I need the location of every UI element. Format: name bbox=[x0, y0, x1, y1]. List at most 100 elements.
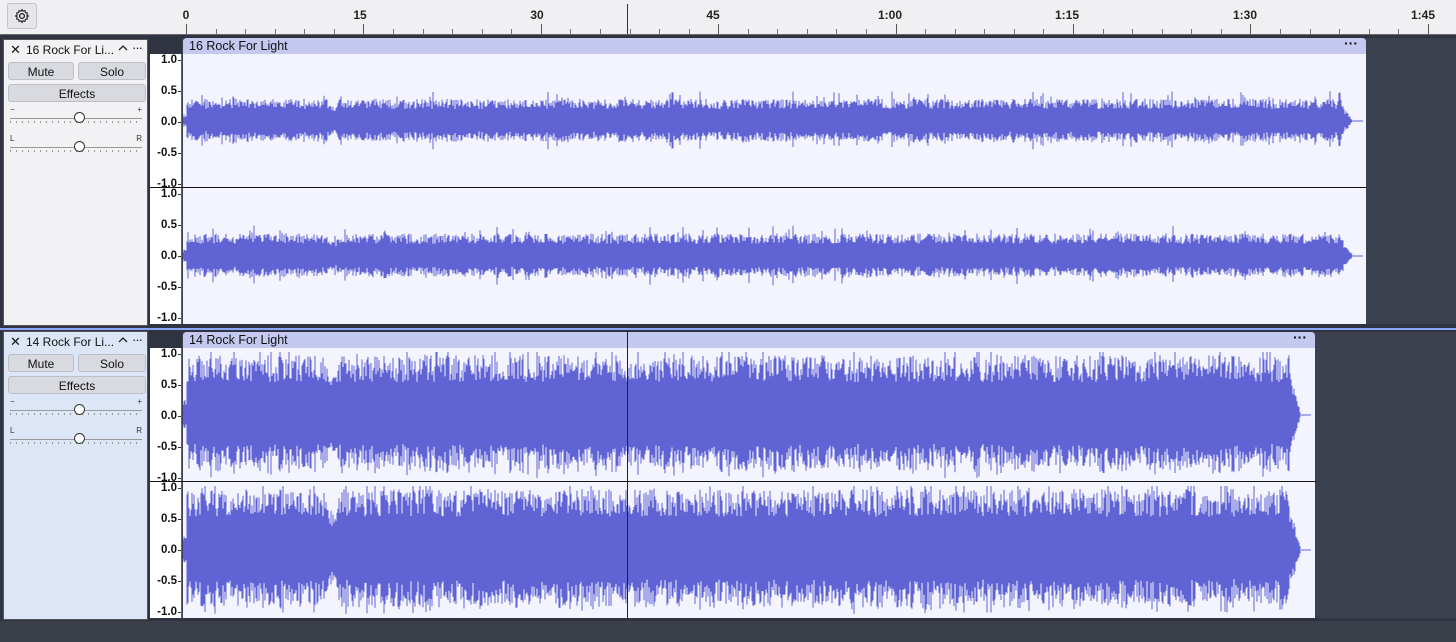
waveform-area[interactable]: 16 Rock For Light ··· bbox=[182, 38, 1456, 324]
ruler-tick bbox=[274, 29, 276, 34]
scale-label: 0.0 bbox=[161, 116, 177, 128]
ruler-label: 1:00 bbox=[877, 8, 903, 22]
track-menu-icon[interactable]: ··· bbox=[132, 332, 143, 347]
clip-menu-icon[interactable]: ··· bbox=[1344, 38, 1358, 51]
ruler-tick bbox=[1250, 24, 1252, 34]
ruler-tick bbox=[836, 29, 838, 34]
track-menu-icon[interactable]: ··· bbox=[132, 40, 143, 55]
ruler-tick bbox=[540, 24, 542, 34]
scale-label: 0.5 bbox=[161, 513, 177, 525]
ruler-tick bbox=[688, 29, 690, 34]
clip-name: 16 Rock For Light bbox=[189, 39, 288, 53]
close-icon[interactable]: ✕ bbox=[10, 42, 21, 58]
playhead-line[interactable] bbox=[627, 331, 628, 619]
ruler-tick bbox=[718, 24, 720, 34]
scale-label: 0.0 bbox=[161, 544, 177, 556]
solo-button[interactable]: Solo bbox=[78, 354, 146, 372]
audio-clip[interactable]: 16 Rock For Light ··· bbox=[183, 38, 1366, 324]
audio-track-selected: ✕ 14 Rock For Li... ··· Mute Solo Effect… bbox=[0, 328, 1456, 620]
scale-label: 1.0 bbox=[161, 54, 177, 66]
bottom-bar bbox=[0, 621, 1456, 642]
scale-tick bbox=[178, 225, 181, 226]
collapse-icon[interactable] bbox=[118, 43, 128, 53]
gain-slider[interactable]: − + bbox=[10, 397, 142, 415]
waveform-area[interactable]: 14 Rock For Light ··· bbox=[182, 332, 1456, 618]
ruler-tick bbox=[1013, 29, 1015, 34]
settings-button[interactable] bbox=[7, 3, 37, 29]
ruler-tick bbox=[452, 29, 454, 34]
scale-label: -1.0 bbox=[157, 312, 177, 324]
gain-plus-label: + bbox=[137, 105, 142, 114]
ruler-tick bbox=[1102, 29, 1104, 34]
ruler-tick bbox=[1191, 29, 1193, 34]
scale-label: 0.5 bbox=[161, 85, 177, 97]
channel-divider bbox=[150, 187, 1366, 188]
ruler-tick bbox=[925, 29, 927, 34]
scale-tick bbox=[178, 519, 181, 520]
scale-tick bbox=[178, 184, 181, 185]
mute-button[interactable]: Mute bbox=[8, 62, 74, 80]
ruler-tick bbox=[1073, 24, 1074, 34]
pan-slider[interactable]: L R bbox=[10, 134, 142, 152]
scale-label: -0.5 bbox=[157, 441, 177, 453]
collapse-icon[interactable] bbox=[118, 335, 128, 345]
scale-label: 1.0 bbox=[161, 482, 177, 494]
scale-label: -0.5 bbox=[157, 147, 177, 159]
track-header: ✕ 16 Rock For Li... ··· bbox=[4, 40, 147, 60]
scale-tick bbox=[178, 194, 181, 195]
clip-title-bar[interactable]: 14 Rock For Light ··· bbox=[183, 332, 1315, 348]
ruler-tick bbox=[215, 29, 217, 34]
waveform-path bbox=[183, 486, 1301, 614]
scale-label: -0.5 bbox=[157, 575, 177, 587]
scale-label: 0.0 bbox=[161, 250, 177, 262]
scale-label: -0.5 bbox=[157, 281, 177, 293]
ruler-tick bbox=[1339, 29, 1341, 34]
pan-thumb[interactable] bbox=[74, 433, 85, 444]
scale-tick bbox=[178, 318, 181, 319]
ruler-label: 1:45 bbox=[1410, 8, 1436, 22]
ruler-tick bbox=[1043, 29, 1045, 34]
scale-tick bbox=[178, 60, 181, 61]
effects-button[interactable]: Effects bbox=[8, 376, 146, 394]
audio-clip[interactable]: 14 Rock For Light ··· bbox=[183, 332, 1315, 618]
playhead-marker[interactable] bbox=[627, 4, 628, 34]
ruler-tick bbox=[245, 29, 247, 34]
ruler-tick bbox=[747, 29, 749, 34]
ruler-tick bbox=[1132, 29, 1134, 34]
waveform-right-channel bbox=[183, 225, 1363, 286]
clip-menu-icon[interactable]: ··· bbox=[1293, 332, 1307, 345]
gain-slider[interactable]: − + bbox=[10, 105, 142, 123]
pan-slider[interactable]: L R bbox=[10, 426, 142, 444]
ruler-tick bbox=[422, 29, 424, 34]
waveform-left-channel bbox=[183, 352, 1311, 478]
clip-title-bar[interactable]: 16 Rock For Light ··· bbox=[183, 38, 1366, 54]
scale-tick bbox=[178, 122, 181, 123]
scale-tick bbox=[178, 153, 181, 154]
ruler-label: 0 bbox=[182, 8, 190, 22]
time-ruler[interactable]: 0 15 30 45 1:00 1:15 1:30 1:45 bbox=[150, 0, 1456, 34]
solo-button[interactable]: Solo bbox=[78, 62, 146, 80]
mute-button[interactable]: Mute bbox=[8, 354, 74, 372]
ruler-tick bbox=[629, 29, 631, 34]
timeline-toolbar: 0 15 30 45 1:00 1:15 1:30 1:45 bbox=[0, 0, 1456, 35]
ruler-tick bbox=[333, 29, 335, 34]
track-header: ✕ 14 Rock For Li... ··· bbox=[4, 332, 147, 352]
pan-right-label: R bbox=[136, 134, 142, 143]
scale-tick bbox=[178, 385, 181, 386]
channel-divider bbox=[150, 481, 1316, 482]
ruler-tick bbox=[1161, 29, 1163, 34]
gear-icon bbox=[14, 8, 30, 24]
ruler-tick bbox=[363, 24, 365, 34]
ruler-label: 30 bbox=[530, 8, 544, 22]
effects-button[interactable]: Effects bbox=[8, 84, 146, 102]
gain-thumb[interactable] bbox=[74, 112, 85, 123]
scale-tick bbox=[178, 550, 181, 551]
close-icon[interactable]: ✕ bbox=[10, 334, 21, 350]
gain-thumb[interactable] bbox=[74, 404, 85, 415]
ruler-tick bbox=[1220, 29, 1222, 34]
pan-thumb[interactable] bbox=[74, 141, 85, 152]
track-control-panel: ✕ 14 Rock For Li... ··· Mute Solo Effect… bbox=[3, 331, 148, 620]
scale-label: 1.0 bbox=[161, 348, 177, 360]
track-name[interactable]: 14 Rock For Li... bbox=[26, 335, 118, 349]
track-name[interactable]: 16 Rock For Li... bbox=[26, 43, 118, 57]
